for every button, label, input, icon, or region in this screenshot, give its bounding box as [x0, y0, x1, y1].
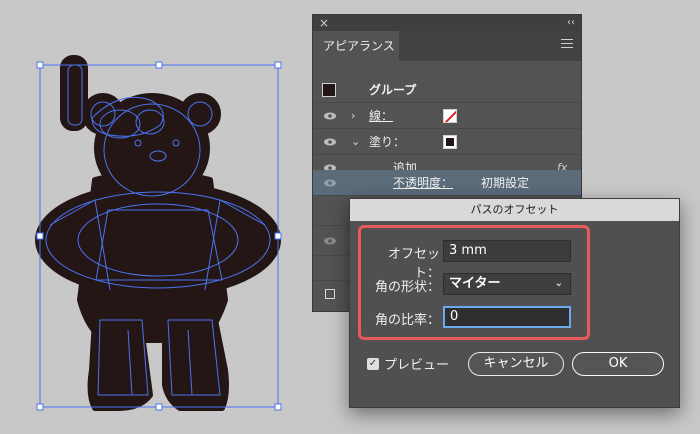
fill-swatch[interactable]	[443, 135, 457, 149]
opacity-value: 初期設定	[481, 176, 530, 190]
join-select[interactable]: マイター ⌄	[443, 273, 571, 295]
chevron-down-icon: ⌄	[554, 278, 563, 289]
join-select-value: マイター	[449, 276, 501, 291]
panel-tabbar: アピアランス	[313, 31, 581, 61]
ok-button[interactable]: OK	[572, 352, 664, 376]
tab-appearance[interactable]: アピアランス	[313, 31, 399, 61]
dialog-title: パスのオフセット	[350, 199, 679, 221]
eye-icon[interactable]	[324, 112, 336, 120]
miter-label: 角の比率：	[374, 313, 440, 328]
stroke-label[interactable]: 線：	[369, 103, 393, 129]
appearance-row-opacity[interactable]: 不透明度： 初期設定	[313, 170, 581, 196]
offset-path-dialog: パスのオフセット オフセット： 3 mm 角の形状： マイター ⌄ 角の比率： …	[349, 198, 680, 408]
artboard-canvas[interactable]	[0, 0, 320, 434]
join-label: 角の形状：	[374, 280, 440, 295]
panel-topbar: × ‹‹	[313, 15, 581, 31]
expand-chevron-icon[interactable]: ›	[351, 103, 355, 129]
appearance-row-stroke[interactable]: › 線：	[313, 103, 581, 129]
close-icon[interactable]: ×	[319, 15, 329, 31]
eye-icon[interactable]	[324, 138, 336, 146]
fill-label[interactable]: 塗り：	[369, 129, 405, 155]
preview-checkbox[interactable]: ✓	[367, 358, 379, 370]
collapse-chevron-icon[interactable]: ⌄	[351, 129, 360, 155]
bear-artwork[interactable]	[0, 0, 320, 434]
offset-input[interactable]: 3 mm	[443, 240, 571, 262]
opacity-label[interactable]: 不透明度：	[393, 170, 453, 196]
new-art-icon[interactable]	[325, 289, 335, 299]
preview-label[interactable]: プレビュー	[384, 354, 449, 373]
stroke-swatch-none[interactable]	[443, 109, 457, 123]
eye-icon[interactable]	[324, 237, 336, 245]
appearance-row-group[interactable]: グループ	[313, 77, 581, 103]
miter-limit-input[interactable]: 0	[443, 306, 571, 328]
group-thumbnail	[322, 83, 336, 97]
cancel-button[interactable]: キャンセル	[468, 352, 564, 376]
eye-icon[interactable]	[324, 179, 336, 187]
panel-menu-icon[interactable]	[561, 39, 573, 49]
appearance-row-fill[interactable]: ⌄ 塗り：	[313, 129, 581, 155]
collapse-icon[interactable]: ‹‹	[567, 15, 575, 31]
group-label: グループ	[369, 83, 417, 97]
